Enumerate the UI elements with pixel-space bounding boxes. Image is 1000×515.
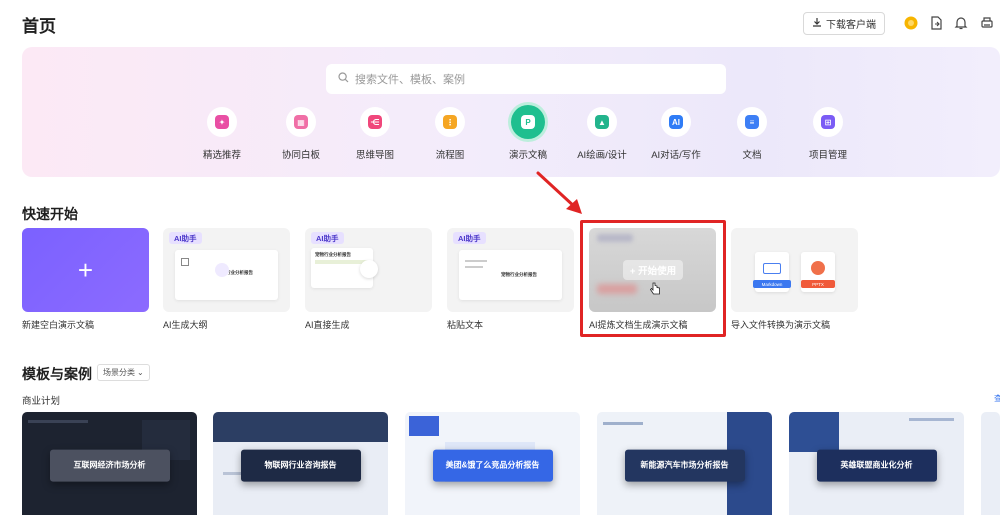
ai-direct-generate-card[interactable]: AI助手 宠物行业分析报告 xyxy=(305,228,432,312)
card-label: 导入文件转换为演示文稿 xyxy=(731,320,831,330)
tool-flowchart[interactable]: ⋮ 流程图 xyxy=(420,107,480,161)
coin-icon[interactable] xyxy=(902,14,920,32)
flowchart-icon: ⋮ xyxy=(443,115,457,129)
templates-title: 模板与案例 xyxy=(22,366,92,382)
whiteboard-icon: ▦ xyxy=(294,115,308,129)
download-client-label: 下载客户端 xyxy=(826,20,876,31)
template-title: 美团&饿了么竞品分析报告 xyxy=(432,449,553,482)
quick-start-title: 快速开始 xyxy=(22,206,78,222)
mindmap-icon: ⋲ xyxy=(368,115,382,129)
red-highlight-box xyxy=(580,220,726,337)
red-arrow-annotation xyxy=(536,171,582,214)
template-title: 物联网行业咨询报告 xyxy=(240,449,361,482)
ai-assistant-badge: AI助手 xyxy=(311,232,344,244)
chevron-down-icon: ⌄ xyxy=(137,368,144,377)
printer-icon[interactable] xyxy=(978,14,996,32)
search-icon xyxy=(338,72,349,86)
tool-mindmap[interactable]: ⋲ 思维导图 xyxy=(345,107,405,161)
ai-assistant-badge: AI助手 xyxy=(169,232,202,244)
download-client-button[interactable]: 下载客户端 xyxy=(803,12,885,35)
presentation-icon: P xyxy=(521,115,535,129)
import-file-card[interactable]: Markdown PPTX xyxy=(731,228,858,312)
view-more-link[interactable]: 查 xyxy=(994,393,1000,403)
template-title: 英雄联盟商业化分析 xyxy=(816,449,937,482)
new-blank-presentation-card[interactable]: + xyxy=(22,228,149,312)
template-title: 新能源汽车市场分析报告 xyxy=(624,449,745,482)
card-label: 粘贴文本 xyxy=(447,320,484,330)
template-card[interactable]: 物联网行业咨询报告 xyxy=(213,412,388,515)
plus-icon: + xyxy=(77,254,94,285)
download-icon xyxy=(812,17,822,30)
ai-assistant-badge: AI助手 xyxy=(453,232,486,244)
tool-presentation[interactable]: P 演示文稿 xyxy=(498,105,558,161)
bell-icon[interactable] xyxy=(952,14,970,32)
page-title: 首页 xyxy=(22,17,56,36)
template-card-partial[interactable] xyxy=(981,412,1000,515)
tool-document[interactable]: ≡ 文档 xyxy=(722,107,782,161)
tool-whiteboard[interactable]: ▦ 协同白板 xyxy=(271,107,331,161)
search-input[interactable]: 搜索文件、模板、案例 xyxy=(326,64,726,94)
hero-banner: 搜索文件、模板、案例 ✦ 精选推荐 ▦ 协同白板 ⋲ 思维导图 ⋮ 流程图 P … xyxy=(22,47,1000,177)
header: 首页 下载客户端 xyxy=(0,0,1000,46)
template-card[interactable]: 新能源汽车市场分析报告 xyxy=(597,412,772,515)
card-label: 新建空白演示文稿 xyxy=(22,320,95,330)
tool-ai-painting[interactable]: ▲ AI绘画/设计 xyxy=(572,107,632,161)
pptx-file-icon: PPTX xyxy=(801,252,835,292)
template-card[interactable]: 美团&饿了么竞品分析报告 xyxy=(405,412,580,515)
card-label: AI生成大纲 xyxy=(163,320,208,330)
template-card[interactable]: 互联网经济市场分析 xyxy=(22,412,197,515)
template-card[interactable]: 英雄联盟商业化分析 xyxy=(789,412,964,515)
template-title: 互联网经济市场分析 xyxy=(49,449,170,482)
tool-project-management[interactable]: ⊞ 项目管理 xyxy=(798,107,858,161)
ai-painting-icon: ▲ xyxy=(595,115,609,129)
category-label: 商业计划 xyxy=(22,396,61,407)
document-sync-icon[interactable] xyxy=(927,14,945,32)
search-placeholder: 搜索文件、模板、案例 xyxy=(355,74,465,86)
ai-outline-card[interactable]: AI助手 宠物行业分析报告 xyxy=(163,228,290,312)
ai-chat-icon: AI xyxy=(669,115,683,129)
card-label: AI直接生成 xyxy=(305,320,350,330)
tool-ai-chat[interactable]: AI AI对话/写作 xyxy=(646,107,706,161)
tool-featured[interactable]: ✦ 精选推荐 xyxy=(192,107,252,161)
project-icon: ⊞ xyxy=(821,115,835,129)
document-icon: ≡ xyxy=(745,115,759,129)
scene-category-dropdown[interactable]: 场景分类 ⌄ xyxy=(97,364,150,381)
paste-text-card[interactable]: AI助手 宠物行业分析报告 xyxy=(447,228,574,312)
sparkle-icon: ✦ xyxy=(215,115,229,129)
ai-magic-icon xyxy=(360,260,378,278)
markdown-file-icon: Markdown xyxy=(753,252,791,292)
